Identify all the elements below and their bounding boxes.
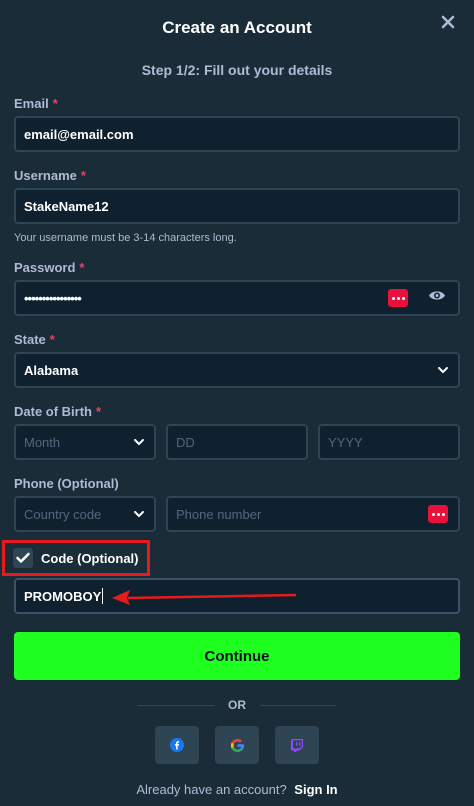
password-manager-icon[interactable] [388, 289, 408, 307]
username-label-text: Username [14, 167, 77, 183]
username-input[interactable]: StakeName12 [14, 188, 460, 224]
eye-icon [429, 291, 445, 300]
chevron-down-icon [438, 367, 448, 374]
divider-line [260, 704, 336, 706]
phone-number-placeholder: Phone number [176, 506, 262, 522]
facebook-login-button[interactable] [155, 726, 199, 764]
email-value: email@email.com [24, 126, 134, 142]
continue-button[interactable]: Continue [14, 632, 460, 680]
dob-label: Date of Birth * [14, 402, 460, 420]
twitch-login-button[interactable] [275, 726, 319, 764]
dob-day-input[interactable]: DD [166, 424, 308, 460]
or-text: OR [228, 698, 246, 712]
close-button[interactable] [436, 10, 460, 34]
password-manager-icon[interactable] [428, 505, 448, 523]
required-mark: * [49, 331, 55, 347]
required-mark: * [80, 167, 86, 183]
state-label-text: State [14, 331, 46, 347]
phone-label-text: Phone (Optional) [14, 475, 119, 491]
close-icon [441, 15, 455, 29]
country-code-select[interactable]: Country code [14, 496, 156, 532]
divider-line [138, 704, 214, 706]
phone-label: Phone (Optional) [14, 474, 460, 492]
username-value: StakeName12 [24, 198, 109, 214]
chevron-down-icon [134, 439, 144, 446]
required-mark: * [79, 259, 85, 275]
check-icon [16, 552, 30, 563]
state-select[interactable]: Alabama [14, 352, 460, 388]
dob-year-placeholder: YYYY [328, 434, 363, 450]
signin-prompt-text: Already have an account? [136, 782, 287, 797]
dob-label-text: Date of Birth [14, 403, 92, 419]
dialog-title: Create an Account [162, 18, 312, 37]
username-hint: Your username must be 3-14 characters lo… [14, 232, 237, 244]
chevron-down-icon [134, 511, 144, 518]
code-value: PROMOBOY [24, 588, 102, 604]
signin-prompt: Already have an account? Sign In [14, 782, 460, 797]
email-label: Email * [14, 94, 460, 112]
password-label: Password * [14, 258, 460, 276]
username-label: Username * [14, 166, 460, 184]
facebook-icon [170, 738, 184, 752]
continue-label: Continue [204, 647, 270, 665]
signup-form: Email * email@email.com Username * Stake… [0, 94, 474, 797]
arrow-annotation-icon [112, 590, 297, 605]
dialog-header: Create an Account [0, 0, 474, 56]
password-label-text: Password [14, 259, 76, 275]
twitch-icon [291, 738, 303, 752]
show-password-toggle[interactable] [428, 289, 446, 308]
dob-month-placeholder: Month [24, 434, 61, 450]
country-code-placeholder: Country code [24, 506, 102, 522]
state-label: State * [14, 330, 460, 348]
google-login-button[interactable] [215, 726, 259, 764]
social-login [14, 726, 460, 764]
email-label-text: Email [14, 95, 49, 111]
password-input[interactable]: •••••••••••••••• [14, 280, 460, 316]
email-input[interactable]: email@email.com [14, 116, 460, 152]
phone-number-input[interactable]: Phone number [166, 496, 460, 532]
google-icon [230, 738, 244, 752]
dob-day-placeholder: DD [176, 434, 195, 450]
required-mark: * [52, 95, 58, 111]
password-value: •••••••••••••••• [24, 290, 82, 306]
or-divider: OR [14, 698, 460, 712]
signin-link[interactable]: Sign In [294, 782, 337, 797]
dob-month-select[interactable]: Month [14, 424, 156, 460]
code-input[interactable]: PROMOBOY [14, 578, 460, 614]
code-toggle-highlight: Code (Optional) [2, 540, 150, 576]
dob-year-input[interactable]: YYYY [318, 424, 460, 460]
step-indicator: Step 1/2: Fill out your details [141, 62, 333, 78]
required-mark: * [96, 403, 102, 419]
text-cursor [102, 588, 104, 604]
state-value: Alabama [24, 362, 79, 378]
code-checkbox[interactable] [13, 548, 33, 568]
code-label: Code (Optional) [41, 550, 139, 566]
